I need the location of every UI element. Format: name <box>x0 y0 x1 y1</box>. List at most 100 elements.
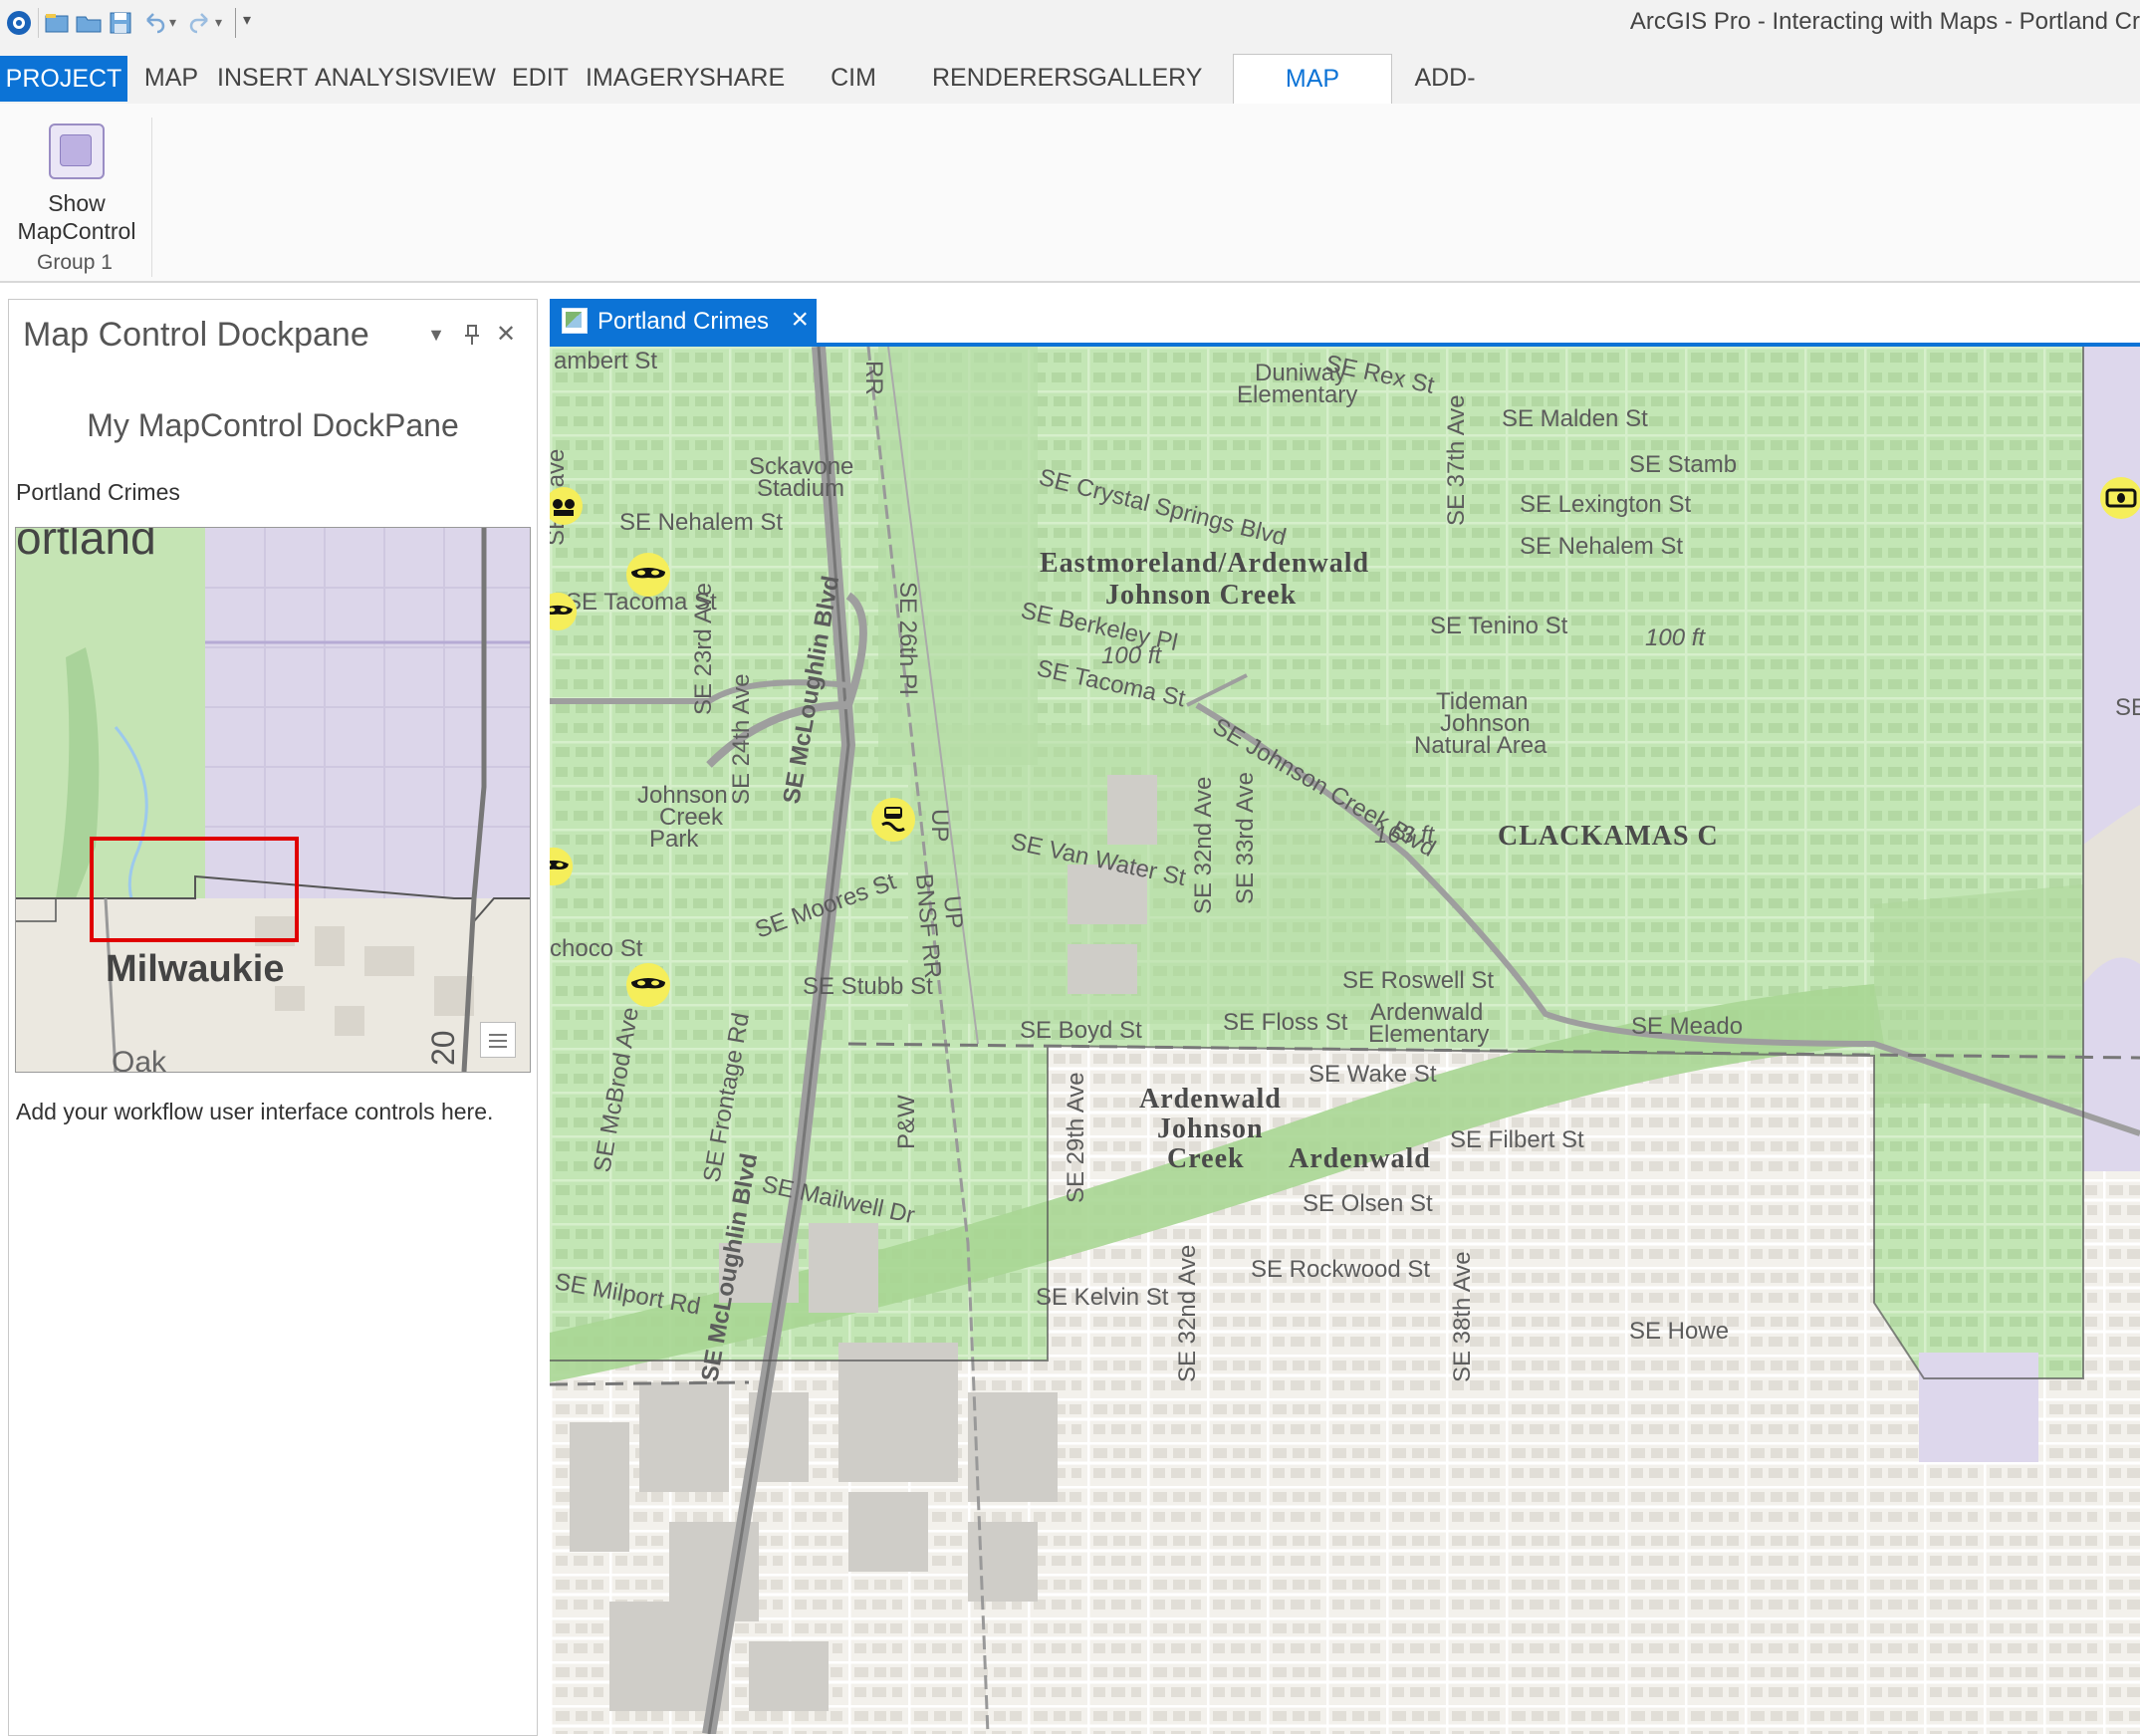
ribbon-panel: Show MapControl Group 1 <box>0 104 2140 283</box>
map-label-malden: SE Malden St <box>1502 405 1648 432</box>
map-label-boyd: SE Boyd St <box>1020 1017 1142 1044</box>
map-label-nehalem-west: SE Nehalem St <box>619 509 783 536</box>
ribbon-group-divider <box>151 118 152 277</box>
open-project-icon[interactable] <box>74 8 104 38</box>
map-label-se24: SE 24th Ave <box>728 673 755 805</box>
dockpane-title: Map Control Dockpane <box>23 316 369 354</box>
tab-analysis[interactable]: ANALYSIS <box>315 54 434 102</box>
robber-mask-icon[interactable] <box>550 592 578 631</box>
save-project-icon[interactable] <box>106 8 135 38</box>
close-icon[interactable]: ✕ <box>493 322 519 348</box>
map-label-se26: SE 26th Pl <box>894 582 921 694</box>
overview-toggle-icon[interactable] <box>480 1022 516 1058</box>
tab-imagery[interactable]: IMAGERY <box>586 54 700 102</box>
map-label-up-b: UP <box>938 894 968 930</box>
robber-mask-icon[interactable] <box>625 552 671 598</box>
tab-share[interactable]: SHARE <box>699 54 785 102</box>
redo-dropdown-icon[interactable]: ▾ <box>215 14 222 31</box>
map-label-rockwood: SE Rockwood St <box>1251 1256 1430 1283</box>
pin-icon[interactable] <box>459 322 485 348</box>
map-label-ardenwald: Ardenwald <box>1289 1143 1431 1174</box>
map-label-se32a: SE 32nd Ave <box>1190 777 1217 914</box>
map-label-se33: SE 33rd Ave <box>1232 772 1259 904</box>
tab-project[interactable]: PROJECT <box>0 56 127 102</box>
map-label-johnson-park-3: Park <box>649 826 699 853</box>
map-label-roswell: SE Roswell St <box>1342 967 1494 994</box>
map-label-tenino: SE Tenino St <box>1430 613 1568 639</box>
map-label-kelvin: SE Kelvin St <box>1036 1284 1169 1311</box>
map-label-sckavone-2: Stadium <box>757 475 844 502</box>
map-label-se-h: SE H <box>2115 694 2140 721</box>
map-label-163ft: 163 ft <box>1374 822 1435 849</box>
map-label-eastmoreland-1: Eastmoreland/Ardenwald <box>1040 548 1369 579</box>
tab-view[interactable]: VIEW <box>432 54 496 102</box>
map-control-dockpane: Map Control Dockpane ▼ ✕ My MapControl D… <box>8 299 538 1736</box>
map-label-se37: SE 37th Ave <box>1443 394 1470 526</box>
tab-map[interactable]: MAP <box>139 54 203 102</box>
map-label-howe: SE Howe <box>1629 1318 1729 1345</box>
robber-mask-icon[interactable] <box>625 962 671 1008</box>
map-label-ardenwald-jc-2: Johnson <box>1157 1114 1264 1144</box>
ribbon-tab-bar: PROJECT MAP INSERT ANALYSIS VIEW EDIT IM… <box>0 46 2140 140</box>
map-label-stamb: SE Stamb <box>1629 451 1737 478</box>
map-view[interactable]: ambert St RR Duniway Elementary SE Rex S… <box>550 347 2140 1734</box>
show-button-line2: MapControl <box>17 218 136 244</box>
vehicle-crime-icon[interactable] <box>870 797 916 843</box>
map-label-se32b: SE 32nd Ave <box>1174 1245 1201 1382</box>
map-label-ardenwald-jc-3: Creek <box>1167 1143 1245 1174</box>
map-icon <box>562 308 588 334</box>
map-label-up-a: UP <box>926 809 953 842</box>
tab-map-control[interactable]: MAP CONTROL <box>1233 54 1392 140</box>
customize-icon[interactable]: ▾ <box>243 10 251 30</box>
overview-map[interactable]: ortland Milwaukie Oak 20 <box>15 527 531 1073</box>
map-label-ardenwald-el-2: Elementary <box>1368 1021 1489 1048</box>
map-label-ambert: ambert St <box>554 348 657 374</box>
undo-dropdown-icon[interactable]: ▾ <box>169 14 176 31</box>
map-label-100ft-b: 100 ft <box>1645 624 1706 651</box>
map-tab-label: Portland Crimes <box>597 308 770 335</box>
map-label-olsen: SE Olsen St <box>1303 1190 1433 1217</box>
map-label-duniway-2: Elementary <box>1237 381 1357 408</box>
ribbon-group-label: Group 1 <box>37 251 113 274</box>
map-label-lexington: SE Lexington St <box>1520 491 1691 518</box>
window-title: ArcGIS Pro - Interacting with Maps - Por… <box>1629 8 2140 35</box>
tab-add-in[interactable]: ADD-IN <box>1404 54 1486 139</box>
tab-renderers[interactable]: RENDERERS <box>932 54 1088 102</box>
arcgis-pro-icon[interactable] <box>4 8 34 38</box>
map-label-se23: SE 23rd Ave <box>690 583 717 715</box>
tab-gallery-demo[interactable]: GALLERY DEMO <box>1070 54 1221 139</box>
show-mapcontrol-button[interactable]: Show MapControl <box>8 118 145 247</box>
map-label-choco: choco St <box>550 935 643 962</box>
overview-route-label: 20 <box>425 1030 461 1066</box>
map-label-100ft-a: 100 ft <box>1101 642 1162 669</box>
new-project-icon[interactable] <box>42 8 72 38</box>
tab-insert[interactable]: INSERT <box>217 54 308 102</box>
map-label-floss: SE Floss St <box>1223 1009 1348 1036</box>
map-label-stubb: SE Stubb St <box>803 973 933 1000</box>
robber-mask-icon[interactable] <box>550 847 574 886</box>
overview-city-bottom: Milwaukie <box>106 948 285 990</box>
dockpane-menu-icon[interactable]: ▼ <box>423 322 449 348</box>
tab-cim-viewer[interactable]: CIM VIEWER <box>793 54 914 139</box>
tab-portland-crimes[interactable]: Portland Crimes × <box>550 299 817 343</box>
redo-icon[interactable] <box>185 8 215 38</box>
map-label-nehalem-east: SE Nehalem St <box>1520 533 1683 560</box>
map-label-se29: SE 29th Ave <box>1063 1072 1089 1203</box>
money-icon[interactable] <box>2099 476 2140 520</box>
tab-edit[interactable]: EDIT <box>512 54 569 102</box>
overview-city-top: ortland <box>16 528 156 564</box>
close-map-tab-icon[interactable]: × <box>791 303 809 337</box>
map-label-filbert: SE Filbert St <box>1450 1126 1584 1153</box>
overview-label-oak: Oak <box>112 1046 167 1072</box>
burglary-icon[interactable] <box>550 486 584 526</box>
map-label-rr: RR <box>860 361 887 395</box>
undo-icon[interactable] <box>139 8 169 38</box>
map-label-se38: SE 38th Ave <box>1449 1251 1476 1382</box>
map-label-pw: P&W <box>893 1095 920 1149</box>
map-label-eastmoreland-2: Johnson Creek <box>1105 580 1297 611</box>
map-label-clackamas: CLACKAMAS C <box>1498 821 1719 852</box>
overview-map-label: Portland Crimes <box>16 479 180 505</box>
map-label-meadow: SE Meado <box>1631 1013 1743 1040</box>
map-label-ardenwald-jc-1: Ardenwald <box>1139 1084 1282 1115</box>
show-button-line1: Show <box>48 190 106 216</box>
